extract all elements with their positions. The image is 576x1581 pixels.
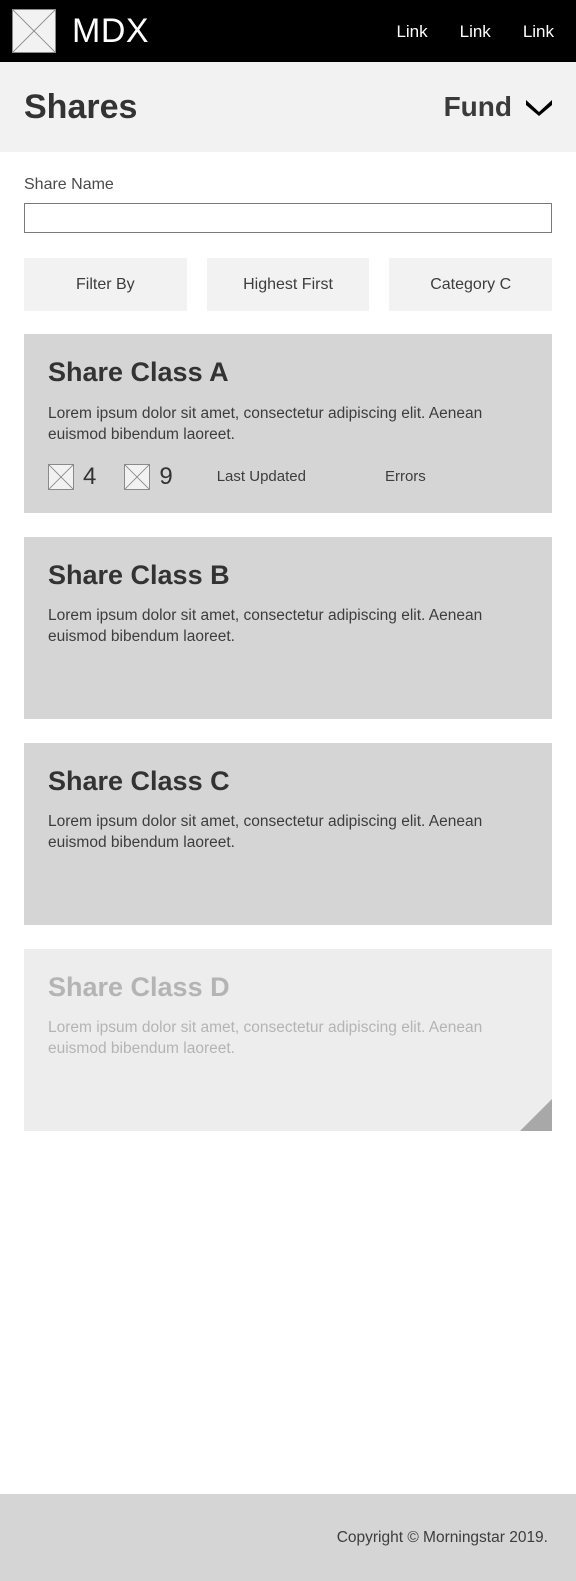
share-name-label: Share Name <box>24 176 114 193</box>
nav-link-1[interactable]: Link <box>396 23 427 40</box>
metric-1: 4 <box>48 462 97 490</box>
card-title: Share Class C <box>48 765 230 796</box>
brand-logo-text[interactable]: MDX <box>72 14 149 48</box>
page-title: Shares <box>24 88 138 126</box>
filter-toolbar: Filter By Highest First Category C <box>24 258 553 311</box>
fund-selector-label: Fund <box>443 91 512 122</box>
top-navbar: MDX Link Link Link <box>0 0 576 62</box>
image-placeholder-icon <box>48 463 74 490</box>
card-title: Share Class B <box>48 559 230 590</box>
share-class-card-d: Share Class D Lorem ipsum dolor sit amet… <box>24 948 552 1131</box>
page-header: Shares Fund <box>0 62 576 152</box>
share-class-card-a[interactable]: Share Class A Lorem ipsum dolor sit amet… <box>24 334 552 513</box>
share-class-list: Share Class A Lorem ipsum dolor sit amet… <box>24 334 552 1131</box>
last-updated-label: Last Updated <box>216 468 306 486</box>
filter-by-button[interactable]: Filter By <box>24 258 187 311</box>
metric-2: 9 <box>124 462 173 490</box>
share-class-card-c[interactable]: Share Class C Lorem ipsum dolor sit amet… <box>24 742 552 925</box>
nav-link-3[interactable]: Link <box>523 23 554 40</box>
card-description: Lorem ipsum dolor sit amet, consectetur … <box>48 813 483 852</box>
share-class-card-b[interactable]: Share Class B Lorem ipsum dolor sit amet… <box>24 536 552 719</box>
category-button[interactable]: Category C <box>389 258 553 311</box>
page-footer: Copyright © Morningstar 2019. <box>0 1494 576 1581</box>
metric-2-value: 9 <box>159 462 173 490</box>
navbar-links: Link Link Link <box>396 23 554 40</box>
nav-link-2[interactable]: Link <box>460 23 491 40</box>
card-description: Lorem ipsum dolor sit amet, consectetur … <box>48 1019 483 1058</box>
sort-order-button[interactable]: Highest First <box>206 258 370 311</box>
fund-selector[interactable]: Fund <box>444 93 554 121</box>
share-name-input[interactable] <box>24 203 552 233</box>
image-placeholder-icon[interactable] <box>12 9 56 53</box>
card-title: Share Class A <box>48 357 229 387</box>
image-placeholder-icon <box>124 463 151 490</box>
main-content: Share Name Filter By Highest First Categ… <box>0 152 576 1131</box>
metric-1-value: 4 <box>83 462 97 490</box>
card-description: Lorem ipsum dolor sit amet, consectetur … <box>48 404 483 443</box>
card-title: Share Class D <box>48 971 230 1002</box>
corner-fold-icon <box>520 1098 552 1131</box>
errors-label: Errors <box>384 468 426 486</box>
copyright-text: Copyright © Morningstar 2019. <box>336 1528 548 1546</box>
card-metrics-row: 4 9 Last Updated Errors <box>48 463 528 491</box>
chevron-down-icon <box>524 98 554 116</box>
card-description: Lorem ipsum dolor sit amet, consectetur … <box>48 607 483 646</box>
